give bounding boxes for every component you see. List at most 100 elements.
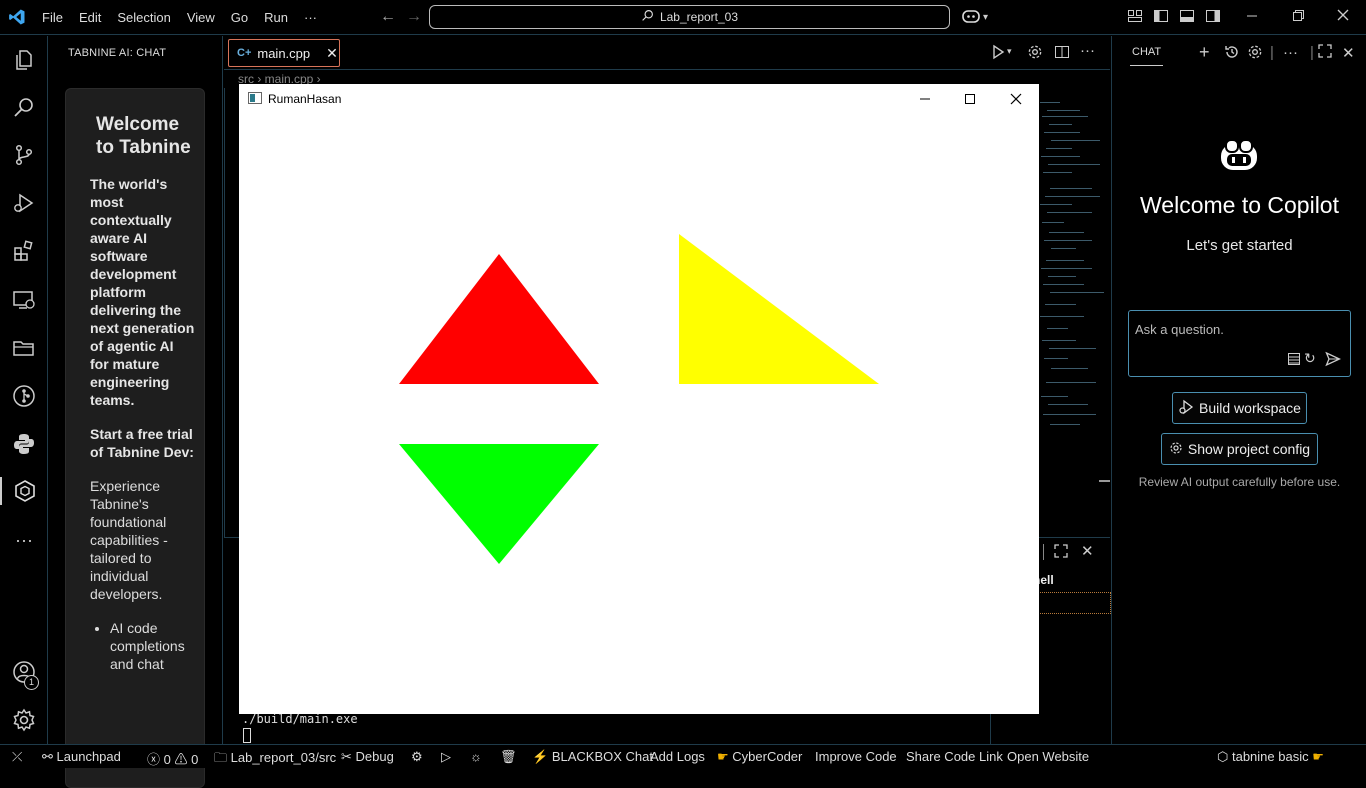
warning-count: 0 [191,752,199,767]
split-editor-icon[interactable] [1054,44,1070,63]
share-code-link-item[interactable]: Share Code Link [906,749,1003,764]
minimap-line [1043,172,1072,173]
menu-more[interactable]: ··· [296,0,325,35]
folder-icon[interactable] [10,334,38,362]
title-bar: File Edit Selection View Go Run ··· ← → … [0,0,1366,35]
more-views-icon[interactable]: ··· [10,526,38,554]
tabnine-icon[interactable] [0,477,48,505]
close-button[interactable] [1001,88,1031,110]
run-file-icon[interactable] [990,44,1006,63]
workspace-name: Lab_report_03 [659,10,739,24]
status-bar: ⤫ ⚯ Launchpad ⓧ 0 ⚠ 0 🗀 Lab_report_03/sr… [0,744,1366,768]
hand-icon: ☛ [717,749,729,764]
menu-edit[interactable]: Edit [71,0,109,35]
minimap-line [1050,292,1104,293]
more-actions-icon[interactable]: | [1270,44,1274,61]
manage-gear-icon[interactable] [10,706,38,734]
activity-bar: ··· 1 [0,36,48,744]
python-icon[interactable] [10,430,38,458]
gitlens-icon[interactable] [10,382,38,410]
app-window[interactable]: RumanHasan [239,84,1039,714]
restore-window-icon[interactable] [1291,8,1305,25]
toggle-primary-sidebar-icon[interactable] [1153,8,1169,27]
forward-arrow-icon[interactable]: → [398,8,430,26]
customize-layout-icon[interactable] [1127,8,1143,27]
menu-go[interactable]: Go [223,0,256,35]
minimap-line [1047,212,1092,213]
review-note: Review AI output carefully before use. [1138,475,1341,489]
build-workspace-button[interactable]: Build workspace [1172,392,1307,424]
refresh-icon[interactable]: ↻ [1304,350,1316,367]
chat-settings-gear-icon[interactable] [1247,44,1263,64]
minimize-window-icon[interactable] [1245,8,1259,25]
launchpad-item[interactable]: ⚯ Launchpad [42,749,121,765]
app-window-title: RumanHasan [268,92,342,106]
chevron-down-icon[interactable]: ▾ [983,12,988,23]
improve-code-item[interactable]: Improve Code [815,749,897,764]
send-icon[interactable] [1325,351,1342,370]
app-window-titlebar[interactable]: RumanHasan [239,84,1039,114]
list-item: AI code completions and chat [110,619,196,673]
chevron-down-icon[interactable]: ▾ [1007,46,1012,57]
scrollbar-thumb[interactable] [1099,480,1110,482]
problems-item[interactable]: ⓧ 0 ⚠ 0 [147,749,198,768]
tabnine-welcome-card: Welcome to Tabnine The world's most cont… [65,88,205,788]
explorer-icon[interactable] [10,46,38,74]
more-actions-icon[interactable]: ··· [1283,44,1298,61]
menu-file[interactable]: File [34,0,71,35]
extensions-icon[interactable] [10,237,38,265]
minimap-line [1048,404,1088,405]
remote-indicator-icon[interactable]: ⤫ [12,749,22,765]
trash-icon[interactable]: 🗑 [500,749,517,765]
menu-run[interactable]: Run [256,0,296,35]
run-icon[interactable]: ▷ [441,749,451,765]
folder-icon: 🗀 [214,750,228,765]
minimap-line [1049,348,1096,349]
maximize-chat-icon[interactable] [1318,44,1332,62]
bug-icon[interactable]: ☼ [470,749,482,764]
open-website-item[interactable]: Open Website [1007,749,1089,764]
toggle-panel-icon[interactable] [1179,8,1195,27]
remote-explorer-icon[interactable] [10,286,38,314]
close-window-icon[interactable] [1336,8,1350,25]
cybercoder-item[interactable]: ☛ CyberCoder [717,749,802,765]
run-debug-icon[interactable] [10,189,38,217]
rocket-icon: ⚯ [42,749,53,764]
add-logs-item[interactable]: Add Logs [650,749,705,764]
history-icon[interactable] [1224,44,1240,64]
divider [1043,544,1044,560]
debug-item[interactable]: ✂ Debug [341,749,394,765]
maximize-button[interactable] [955,88,985,110]
settings-gear-icon[interactable]: ⚙ [411,749,423,765]
blackbox-chat-item[interactable]: ⚡ BLACKBOX Chat [532,749,653,765]
menu-selection[interactable]: Selection [109,0,178,35]
minimize-button[interactable] [910,88,940,110]
maximize-panel-icon[interactable] [1054,544,1068,561]
more-actions-icon[interactable]: ··· [1080,42,1095,59]
minimap-line [1050,188,1092,189]
run-debug-icon [1178,399,1194,418]
minimap-line [1043,414,1096,415]
attach-context-icon[interactable] [1287,352,1301,369]
chat-tab[interactable]: CHAT [1132,46,1161,58]
show-project-config-button[interactable]: Show project config [1161,433,1318,465]
tab-main-cpp[interactable]: C+ main.cpp ✕ [228,39,340,67]
minimap-line [1045,304,1076,305]
minimap-line [1046,260,1084,261]
minimap-line [1043,284,1084,285]
minimap[interactable] [1040,92,1104,432]
toggle-secondary-sidebar-icon[interactable] [1205,8,1221,27]
source-control-icon[interactable] [10,141,38,169]
warning-icon: ⚠ [174,752,188,767]
close-tab-icon[interactable]: ✕ [326,45,338,62]
search-icon[interactable] [10,93,38,121]
tabnine-status-item[interactable]: ⬡ tabnine basic ☛ [1217,749,1324,765]
copilot-icon[interactable] [962,8,980,27]
chat-input[interactable]: Ask a question. ↻ [1128,310,1351,377]
menu-view[interactable]: View [179,0,223,35]
close-chat-icon[interactable]: ✕ [1342,44,1355,62]
new-chat-icon[interactable]: + [1199,42,1210,63]
command-center-search[interactable]: Lab_report_03 [429,5,950,29]
close-panel-icon[interactable]: ✕ [1081,542,1094,560]
settings-gear-icon[interactable] [1027,44,1043,63]
